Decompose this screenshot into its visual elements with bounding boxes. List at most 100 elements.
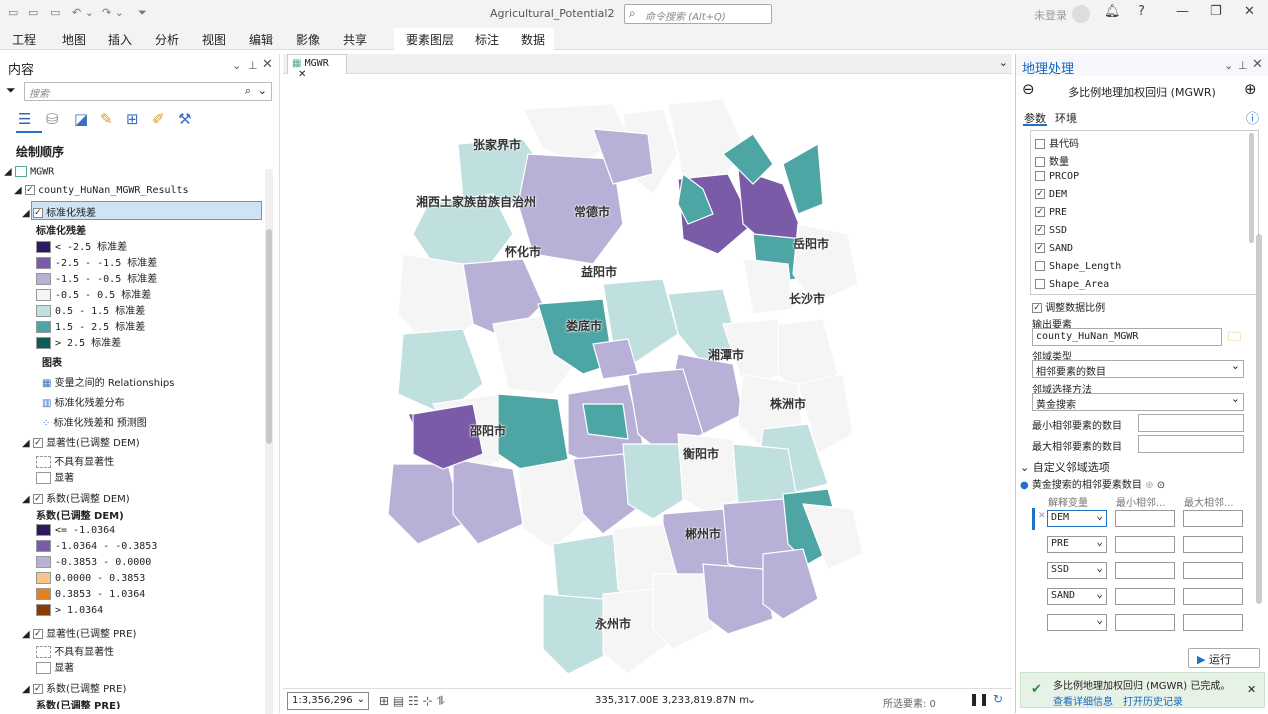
layer-checkbox[interactable]: ✓	[24, 185, 35, 195]
tab-menu-icon[interactable]: ⌄	[999, 56, 1008, 69]
redo-icon[interactable]: ↷ ⌄	[102, 6, 124, 19]
max-nb-field[interactable]	[1138, 435, 1244, 453]
min-nb-field[interactable]	[1138, 414, 1244, 432]
var-select[interactable]: SSD	[1047, 561, 1107, 579]
min-nb-cell[interactable]	[1115, 588, 1175, 605]
field-row[interactable]: ✓ PRE	[1035, 207, 1067, 218]
customize-toolbar-icon[interactable]: ⏷	[138, 6, 147, 20]
max-nb-cell[interactable]	[1183, 510, 1243, 527]
chevron-down-icon[interactable]: ⌄	[258, 84, 267, 97]
contents-scrollbar[interactable]	[265, 169, 273, 714]
chart-relationships[interactable]: ▦ 变量之间的 Relationships	[42, 374, 174, 389]
coef-pre-layer[interactable]: ◢ ✓ 系数(已调整 PRE)	[22, 680, 126, 695]
refresh-icon[interactable]: ↻	[993, 692, 1003, 706]
county-polygon[interactable]	[652, 573, 714, 650]
tab-analysis[interactable]: 分析	[155, 31, 179, 48]
perspective-icon[interactable]: ⚒	[178, 110, 191, 128]
field-row[interactable]: 县代码	[1035, 135, 1079, 150]
min-nb-cell[interactable]	[1115, 562, 1175, 579]
county-polygon[interactable]	[667, 98, 744, 185]
run-button[interactable]: ▶ 运行 ⌄	[1188, 648, 1260, 680]
field-checkbox[interactable]	[1035, 139, 1045, 149]
map-view[interactable]: ▦ MGWR ✕ ⌄ 张家界市 湘西土家族苗族自治州 常德市 岳阳市 怀化市 益阳市 长沙市…	[283, 54, 1012, 713]
nb-type-select[interactable]: 相邻要素的数目	[1032, 359, 1244, 378]
max-nb-cell[interactable]	[1183, 536, 1243, 553]
details-link[interactable]: 查看详细信息	[1053, 693, 1113, 708]
folder-icon[interactable]: 🗀	[1228, 328, 1241, 350]
layer-checkbox[interactable]: ✓	[32, 494, 43, 504]
layer-checkbox[interactable]: ✓	[32, 629, 43, 639]
var-select[interactable]	[1047, 613, 1107, 631]
filter-icon[interactable]: ⏷	[6, 83, 16, 98]
tab-environments[interactable]: 环境	[1055, 110, 1077, 126]
tab-share[interactable]: 共享	[343, 31, 367, 48]
field-row[interactable]: 数量	[1035, 153, 1069, 168]
expand-icon[interactable]: ⊙	[1157, 480, 1165, 491]
layer-checkbox[interactable]: ✓	[32, 438, 43, 448]
tab-data[interactable]: 数据	[521, 31, 545, 48]
snapping-icon[interactable]: ⊞	[126, 110, 139, 128]
close-pane-icon[interactable]: ✕	[262, 57, 273, 72]
field-checkbox[interactable]: ✓	[1035, 243, 1045, 253]
close-icon[interactable]: ✕	[1244, 4, 1255, 19]
restore-icon[interactable]: ❐	[1210, 4, 1222, 19]
tab-edit[interactable]: 编辑	[249, 31, 273, 48]
field-checkbox[interactable]: ✓	[1035, 207, 1045, 217]
field-row[interactable]: ✓ DEM	[1035, 189, 1067, 200]
field-checkbox[interactable]	[1035, 279, 1045, 289]
avatar-icon[interactable]	[1072, 5, 1090, 23]
field-row[interactable]: ✓ SSD	[1035, 225, 1067, 236]
field-checkbox[interactable]	[1035, 171, 1045, 181]
list-scrollbar[interactable]	[1249, 133, 1254, 243]
field-checkbox[interactable]	[1035, 261, 1045, 271]
var-select[interactable]: SAND	[1047, 587, 1107, 605]
tab-labeling[interactable]: 标注	[475, 31, 499, 48]
pane-menu-icon[interactable]: ⌄	[232, 59, 241, 72]
editing-icon[interactable]: ✎	[100, 110, 113, 128]
scale-selector[interactable]: 1:3,356,296 ⌄	[287, 692, 369, 710]
county-polygon[interactable]	[452, 458, 524, 545]
pin-icon[interactable]: ⊥	[1238, 59, 1248, 72]
scale-data-checkbox-row[interactable]: ✓ 调整数据比例	[1032, 299, 1105, 314]
selection-icon[interactable]: ◪	[74, 110, 88, 128]
field-checkbox[interactable]	[1035, 157, 1045, 167]
undo-icon[interactable]: ↶ ⌄	[72, 6, 94, 19]
county-polygon[interactable]	[387, 463, 464, 545]
tab-feature-layer[interactable]: 要素图层	[406, 31, 454, 48]
history-link[interactable]: 打开历史记录	[1123, 693, 1183, 708]
back-icon[interactable]: ⊖	[1022, 80, 1035, 98]
notification-icon[interactable]: 🔔︎	[1104, 4, 1121, 19]
tab-project[interactable]: 工程	[12, 31, 36, 48]
open-project-icon[interactable]: ▭	[28, 6, 38, 19]
min-nb-cell[interactable]	[1115, 510, 1175, 527]
scroll-thumb[interactable]	[266, 229, 272, 444]
var-select[interactable]: DEM	[1047, 509, 1107, 527]
save-icon[interactable]: ▭	[50, 6, 60, 19]
max-nb-cell[interactable]	[1183, 562, 1243, 579]
remove-row-icon[interactable]: ✕	[1038, 511, 1046, 521]
sig-pre-layer[interactable]: ◢ ✓ 显著性(已调整 PRE)	[22, 625, 136, 640]
units-chevron-icon[interactable]: ⌄	[747, 693, 756, 706]
labeling-icon[interactable]: ✐	[152, 110, 165, 128]
sig-dem-layer[interactable]: ◢ ✓ 显著性(已调整 DEM)	[22, 434, 140, 449]
close-pane-icon[interactable]: ✕	[1252, 57, 1263, 72]
field-checkbox[interactable]: ✓	[1035, 225, 1045, 235]
minimize-icon[interactable]: —	[1176, 4, 1189, 19]
close-icon[interactable]: ✕	[1247, 683, 1256, 696]
field-row[interactable]: ✓ SAND	[1035, 243, 1073, 254]
county-polygon[interactable]	[742, 258, 794, 315]
drawing-order-icon[interactable]: ☰	[18, 110, 31, 128]
tab-map[interactable]: 地图	[62, 31, 86, 48]
min-nb-cell[interactable]	[1115, 614, 1175, 631]
nb-sel-select[interactable]: 黄金搜索	[1032, 392, 1244, 411]
residual-layer[interactable]: ◢ ✓ 标准化残差	[22, 204, 96, 219]
field-row[interactable]: Shape_Length	[1035, 261, 1121, 272]
map-node[interactable]: ◢ MGWR	[4, 166, 54, 178]
source-icon[interactable]: ⛁	[46, 110, 59, 128]
layer-checkbox[interactable]: ✓	[32, 208, 43, 218]
field-checkbox[interactable]: ✓	[1035, 189, 1045, 199]
pause-icon[interactable]: ❚❚	[969, 692, 989, 706]
var-select[interactable]: PRE	[1047, 535, 1107, 553]
add-icon[interactable]: ⊕	[1244, 80, 1257, 98]
field-row[interactable]: PRCOP	[1035, 171, 1079, 182]
